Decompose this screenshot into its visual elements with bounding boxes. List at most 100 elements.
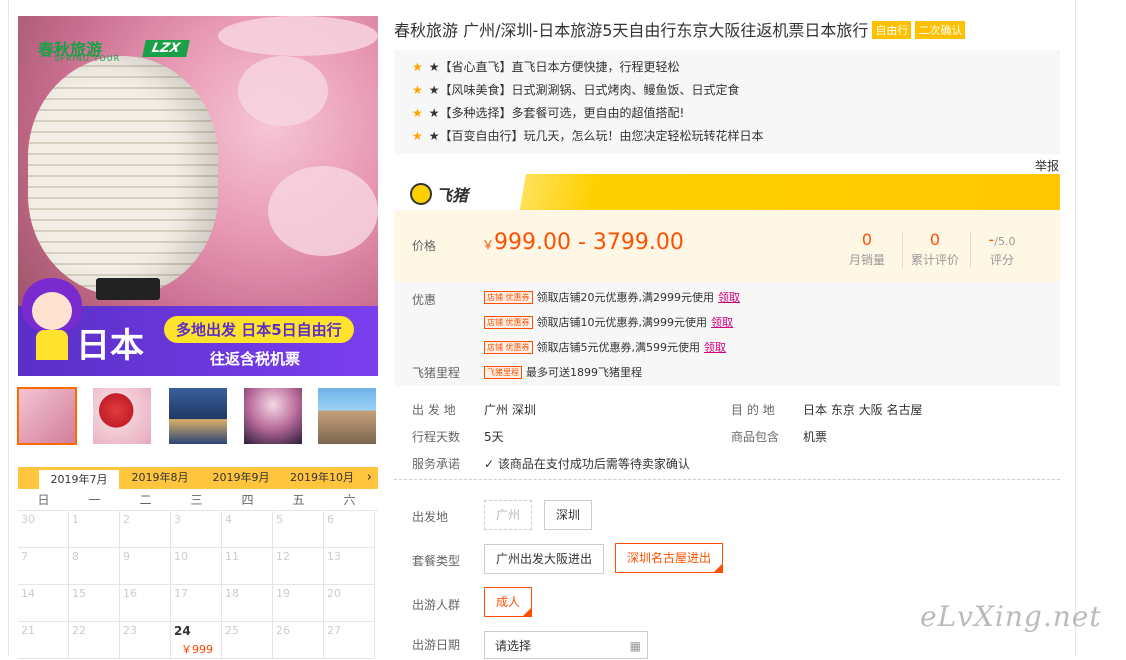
calendar-day[interactable]: 10 bbox=[171, 548, 222, 585]
thumbnail-umbrella[interactable] bbox=[93, 388, 151, 444]
weekday-label: 二 bbox=[139, 493, 152, 507]
calendar-day[interactable]: 8 bbox=[69, 548, 120, 585]
tab-month-sep[interactable]: 2019年9月 bbox=[201, 467, 281, 489]
calendar-day-number: 19 bbox=[276, 587, 290, 600]
calendar-day[interactable]: 17 bbox=[171, 585, 222, 622]
crowd-label: 出游人群 bbox=[412, 598, 461, 612]
product-title-text: 春秋旅游 广州/深圳-日本旅游5天自由行东京大阪往返机票日本旅行 bbox=[394, 21, 869, 40]
coupon-row: 店铺 优惠券 领取店铺20元优惠券,满2999元使用 领取 bbox=[484, 289, 740, 305]
report-link[interactable]: 举报 bbox=[1035, 157, 1059, 174]
highlight-item: ★ ★【百变自由行】玩几天，怎么玩！由您决定轻松玩转花样日本 bbox=[412, 129, 764, 143]
calendar-day-number: 20 bbox=[327, 587, 341, 600]
calendar-day[interactable]: 3 bbox=[171, 511, 222, 548]
calendar-month-tabs: 2019年7月 2019年8月 2019年9月 2019年10月 › bbox=[18, 467, 378, 490]
tag-reconfirm: 二次确认 bbox=[915, 21, 966, 39]
calendar-day-number: 22 bbox=[72, 624, 86, 637]
calendar-day-number: 14 bbox=[21, 587, 35, 600]
calendar-weekday-header: 日一二三四五六 bbox=[18, 490, 378, 510]
calendar-day[interactable]: 1 bbox=[69, 511, 120, 548]
watermark: eLvXing.net bbox=[920, 600, 1102, 633]
banner-country: 日本 bbox=[76, 326, 144, 366]
calendar-day[interactable]: 15 bbox=[69, 585, 120, 622]
calendar-day[interactable]: 2 bbox=[120, 511, 171, 548]
weekday-label: 六 bbox=[343, 493, 356, 507]
calendar-day[interactable]: 27 bbox=[324, 622, 375, 659]
calendar-day-number: 6 bbox=[327, 513, 334, 526]
section-divider bbox=[394, 479, 1060, 480]
fliggy-bar: 飞猪 bbox=[394, 174, 1060, 210]
calendar-day[interactable]: 7 bbox=[18, 548, 69, 585]
calendar-day-number: 18 bbox=[225, 587, 239, 600]
tab-month-oct[interactable]: 2019年10月 bbox=[282, 467, 362, 489]
calendar-day[interactable]: 30 bbox=[18, 511, 69, 548]
calendar-day[interactable]: 12 bbox=[273, 548, 324, 585]
option-package-osaka[interactable]: 广州出发大阪进出 bbox=[484, 544, 605, 574]
calendar-day-number: 4 bbox=[225, 513, 232, 526]
calendar-day[interactable]: 4 bbox=[222, 511, 273, 548]
claim-coupon-link[interactable]: 领取 bbox=[718, 291, 740, 304]
calendar-day-number: 2 bbox=[123, 513, 130, 526]
calendar-day-number: 26 bbox=[276, 624, 290, 637]
option-crowd-adult[interactable]: 成人 bbox=[484, 587, 533, 617]
calendar-day[interactable]: 16 bbox=[120, 585, 171, 622]
calendar-day[interactable]: 25 bbox=[222, 622, 273, 659]
calendar-day-number: 21 bbox=[21, 624, 35, 637]
tab-month-jul[interactable]: 2019年7月 bbox=[39, 469, 119, 490]
calendar-day[interactable]: 23 bbox=[120, 622, 171, 659]
calendar-day[interactable]: 19 bbox=[273, 585, 324, 622]
option-departure-guangzhou[interactable]: 广州 bbox=[484, 500, 533, 530]
thumbnail-lantern[interactable] bbox=[17, 387, 77, 445]
tab-month-aug[interactable]: 2019年8月 bbox=[120, 467, 200, 489]
claim-coupon-link[interactable]: 领取 bbox=[704, 341, 726, 354]
main-product-image[interactable]: 春秋旅游 SPRING TOUR LZX 日本 多地出发 日本5日自由行 往返含… bbox=[18, 16, 378, 376]
mascot-girl bbox=[22, 278, 82, 360]
star-icon: ★ bbox=[412, 106, 423, 120]
calendar-day[interactable]: 6 bbox=[324, 511, 375, 548]
calendar-day[interactable]: 5 bbox=[273, 511, 324, 548]
includes-value: 机票 bbox=[803, 430, 828, 444]
calendar-day-number: 9 bbox=[123, 550, 130, 563]
package-label: 套餐类型 bbox=[412, 554, 461, 568]
brand-subtitle: SPRING TOUR bbox=[54, 54, 121, 63]
dest-label: 目 的 地 bbox=[731, 403, 775, 417]
calendar-day[interactable]: 26 bbox=[273, 622, 324, 659]
calendar-day-number: 8 bbox=[72, 550, 79, 563]
calendar-day[interactable]: 14 bbox=[18, 585, 69, 622]
stat-reviews[interactable]: 0 累计评价 bbox=[901, 230, 969, 268]
calendar-day[interactable]: 24 ￥999 bbox=[171, 622, 222, 659]
days-label: 行程天数 bbox=[412, 430, 461, 444]
service-value: ✓ 该商品在支付成功后需等待卖家确认 bbox=[484, 457, 690, 471]
star-icon: ★ bbox=[412, 129, 423, 143]
lzx-badge: LZX bbox=[142, 40, 190, 57]
calendar-day[interactable]: 21 bbox=[18, 622, 69, 659]
option-departure-shenzhen[interactable]: 深圳 bbox=[544, 500, 593, 530]
calendar-day[interactable]: 11 bbox=[222, 548, 273, 585]
from-label: 出 发 地 bbox=[412, 403, 456, 417]
thumbnail-sakura-night[interactable] bbox=[244, 388, 302, 444]
days-value: 5天 bbox=[484, 430, 504, 444]
calendar-day[interactable]: 22 bbox=[69, 622, 120, 659]
calendar-day[interactable]: 13 bbox=[324, 548, 375, 585]
weekday-label: 日 bbox=[37, 493, 50, 507]
thumbnail-street[interactable] bbox=[318, 388, 376, 444]
lantern-illustration bbox=[28, 56, 218, 296]
travel-date-input[interactable]: 请选择 ▦ bbox=[484, 631, 648, 659]
stat-rating: -/5.0 评分 bbox=[988, 230, 1016, 267]
star-icon: ★ bbox=[412, 83, 423, 97]
claim-coupon-link[interactable]: 领取 bbox=[711, 316, 733, 329]
calendar-day[interactable]: 9 bbox=[120, 548, 171, 585]
calendar-day-number: 3 bbox=[174, 513, 181, 526]
service-label: 服务承诺 bbox=[412, 457, 461, 471]
calendar-day-number: 27 bbox=[327, 624, 341, 637]
calendar-day-number: 23 bbox=[123, 624, 137, 637]
calendar-day-number: 1 bbox=[72, 513, 79, 526]
calendar-day-number: 7 bbox=[21, 550, 28, 563]
option-package-nagoya[interactable]: 深圳名古屋进出 bbox=[615, 543, 724, 573]
calendar-day-number: 12 bbox=[276, 550, 290, 563]
calendar-day-number: 17 bbox=[174, 587, 188, 600]
calendar-day-number: 15 bbox=[72, 587, 86, 600]
chevron-right-icon[interactable]: › bbox=[367, 467, 372, 489]
calendar-day[interactable]: 20 bbox=[324, 585, 375, 622]
calendar-day[interactable]: 18 bbox=[222, 585, 273, 622]
thumbnail-city-night[interactable] bbox=[169, 388, 227, 444]
